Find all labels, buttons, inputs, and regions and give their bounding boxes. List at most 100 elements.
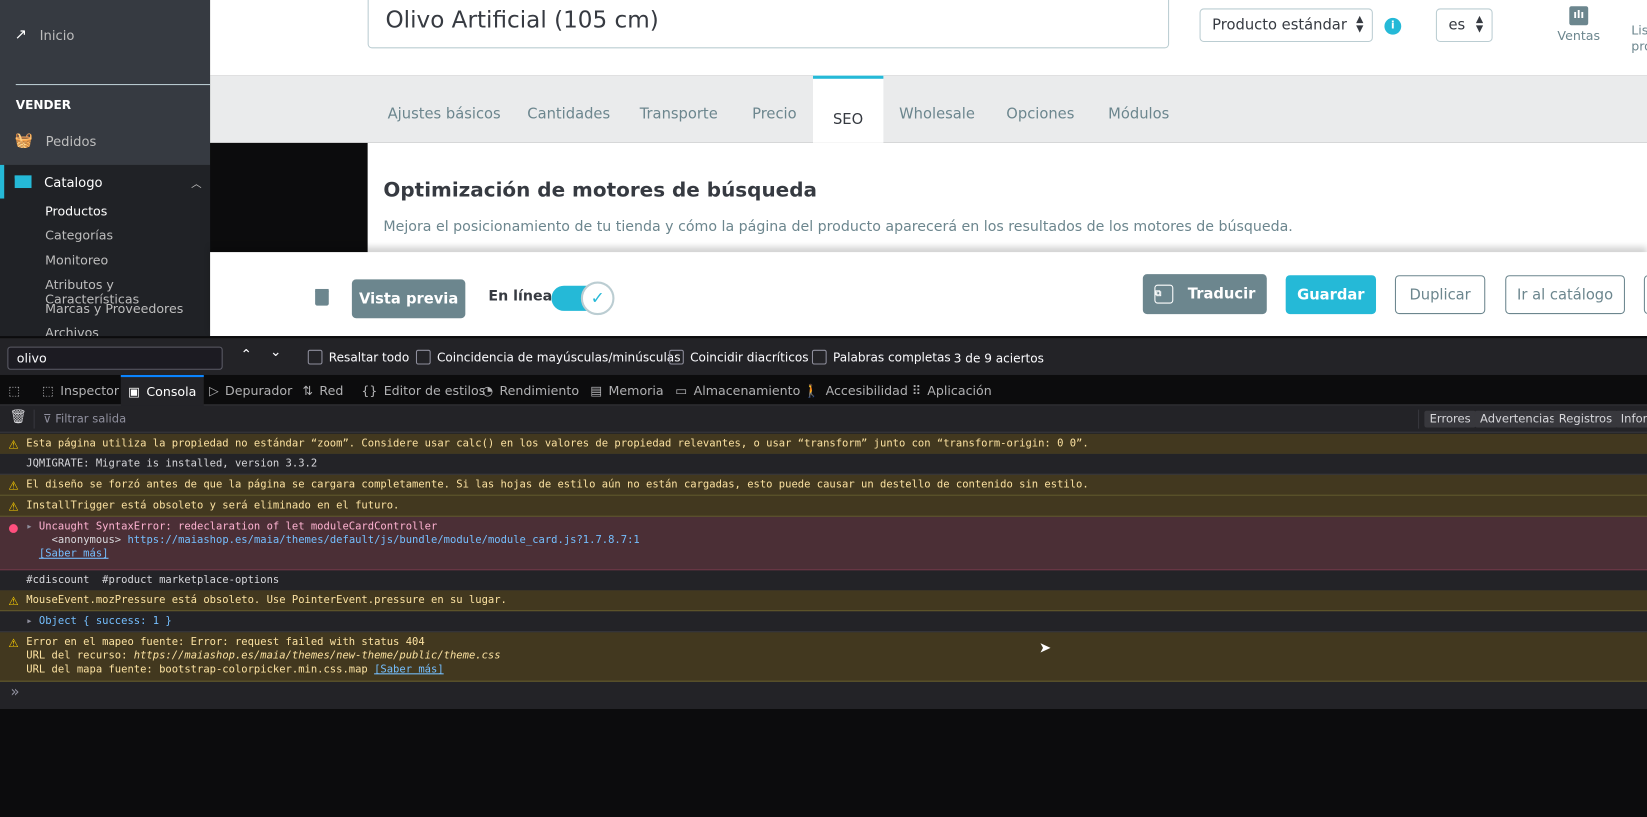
match-case-checkbox[interactable]: Coincidencia de mayúsculas/minúsculas [415, 349, 681, 365]
memory-icon: ▤ [590, 382, 603, 398]
sidebar-sub-categories[interactable]: Categorías [45, 228, 113, 243]
bar-chart-icon: ılı [1569, 6, 1589, 26]
product-name-input[interactable]: Olivo Artificial (105 cm) [367, 0, 1170, 49]
filter-icon: ⊽ [43, 411, 56, 426]
sidebar-sub-files[interactable]: Archivos [45, 326, 99, 337]
expand-triangle-icon[interactable]: ▸ [26, 521, 39, 533]
tab-seo[interactable]: SEO [813, 75, 884, 143]
find-bar: olivo ⌃ ⌄ Resaltar todo Coincidencia de … [0, 336, 1647, 375]
language-select[interactable]: es ▲ ▼ [1435, 8, 1493, 43]
product-type-select[interactable]: Producto estándar ▲ ▼ [1199, 8, 1373, 43]
filter-errors-button[interactable]: Errores [1424, 410, 1476, 428]
tab-modules[interactable]: Módulos [1108, 76, 1169, 143]
warning-icon: ⚠ [8, 594, 19, 609]
store-icon [14, 175, 32, 189]
translate-icon: ⧉ [1154, 284, 1174, 304]
learn-more-link[interactable]: [Saber más] [374, 664, 444, 676]
console-message-log: #cdiscount #product marketplace-options [0, 570, 1647, 592]
application-icon: ⠿ [911, 382, 921, 398]
warning-icon: ⚠ [8, 499, 19, 514]
tab-style-editor[interactable]: {} Editor de estilos [361, 375, 485, 405]
trash-icon[interactable] [315, 288, 329, 306]
info-icon[interactable]: i [1384, 17, 1402, 35]
mouse-cursor-icon: ➤ [1038, 639, 1052, 657]
preview-button[interactable]: Vista previa [351, 279, 466, 319]
console-input[interactable] [29, 684, 1636, 705]
duplicate-button[interactable]: Duplicar [1394, 275, 1486, 315]
tab-wholesale[interactable]: Wholesale [899, 76, 975, 143]
filter-output-input[interactable]: ⊽ Filtrar salida [43, 412, 126, 426]
tab-debugger[interactable]: ▷ Depurador [209, 375, 292, 405]
console-filter-row: 🗑 ⊽ Filtrar salida Errores Advertencias … [0, 405, 1647, 433]
filter-logs-button[interactable]: Registros [1553, 410, 1618, 428]
expand-triangle-icon[interactable]: ▸ [26, 616, 39, 628]
tab-basic-settings[interactable]: Ajustes básicos [388, 76, 501, 143]
element-picker-icon[interactable]: ⬚ [8, 375, 20, 405]
sidebar-item-catalog[interactable]: Catalogo ︿ [14, 165, 202, 199]
devtools-tabs: ⬚ ⬚ Inspector ▣ Consola ▷ Depurador ⇅ Red {}… [0, 374, 1647, 406]
tab-quantities[interactable]: Cantidades [527, 76, 610, 143]
console-icon: ▣ [128, 383, 141, 399]
console-message-error: ● ▸ Uncaught SyntaxError: redeclaration o… [0, 516, 1647, 571]
seo-title: Optimización de motores de búsqueda [383, 178, 817, 202]
trending-up-icon: ↗ [14, 26, 28, 44]
seo-description: Mejora el posicionamiento de tu tienda y… [383, 218, 1293, 236]
find-next-icon[interactable]: ⌄ [270, 345, 281, 361]
tab-shipping[interactable]: Transporte [640, 76, 718, 143]
tab-network[interactable]: ⇅ Red [303, 375, 344, 405]
product-list-button[interactable]: Lis pro [1631, 23, 1647, 55]
check-icon: ✓ [580, 281, 615, 316]
sort-arrows-icon: ▲ ▼ [1356, 14, 1364, 35]
clear-console-trash-icon[interactable]: 🗑 [9, 410, 26, 426]
performance-icon: ◔ [482, 382, 494, 398]
tab-accessibility[interactable]: 🚶 Accesibilidad [804, 375, 908, 405]
warning-icon: ⚠ [8, 478, 19, 493]
accessibility-icon: 🚶 [803, 382, 820, 398]
tab-application[interactable]: ⠿ Aplicación [912, 375, 992, 405]
tab-memory[interactable]: ▤ Memoria [590, 375, 663, 405]
whole-words-checkbox[interactable]: Palabras completas [811, 349, 951, 365]
console-message-object[interactable]: ▸ Object { success: 1 } [0, 611, 1647, 633]
go-to-catalog-button[interactable]: Ir al catálogo [1505, 275, 1625, 315]
seo-panel: Optimización de motores de búsqueda Mejo… [367, 142, 1647, 259]
active-indicator [0, 164, 5, 199]
filter-warnings-button[interactable]: Advertencias [1474, 410, 1561, 428]
sidebar-sub-brands[interactable]: Marcas y Proveedores [45, 301, 183, 316]
sidebar-sub-products[interactable]: Productos [45, 204, 107, 219]
save-button[interactable]: Guardar [1285, 275, 1377, 315]
sidebar-sub-monitoring[interactable]: Monitoreo [45, 253, 108, 268]
find-input[interactable]: olivo [7, 346, 223, 370]
console-message-warning: ⚠ El diseño se forzó antes de que la pági… [0, 474, 1647, 496]
tab-inspector[interactable]: ⬚ Inspector [42, 375, 119, 405]
filter-info-button[interactable]: Infor [1615, 410, 1647, 428]
source-link[interactable]: https://maiashop.es/maia/themes/default/… [127, 535, 639, 547]
tab-price[interactable]: Precio [752, 76, 797, 143]
product-tabs: Ajustes básicos Cantidades Transporte Pr… [210, 75, 1647, 143]
sales-button[interactable]: ılı Ventas [1549, 6, 1608, 43]
sort-arrows-icon: ▲ ▼ [1475, 14, 1484, 35]
error-icon: ● [8, 520, 19, 535]
tab-options[interactable]: Opciones [1006, 76, 1074, 143]
find-previous-icon[interactable]: ⌃ [241, 348, 252, 364]
inspector-icon: ⬚ [42, 382, 54, 398]
translate-button[interactable]: ⧉ Traducir [1142, 274, 1267, 315]
learn-more-link[interactable]: [Saber más] [39, 548, 109, 560]
sidebar-item-home[interactable]: ↗ Inicio [15, 26, 75, 43]
warning-icon: ⚠ [8, 636, 19, 651]
tab-storage[interactable]: ▭ Almacenamiento [675, 375, 800, 405]
network-icon: ⇅ [302, 382, 314, 398]
highlight-all-checkbox[interactable]: Resaltar todo [307, 349, 409, 365]
sidebar-item-orders[interactable]: 🧺 Pedidos [15, 132, 97, 149]
tab-console[interactable]: ▣ Consola [120, 374, 204, 406]
sidebar: ↗ Inicio VENDER 🧺 Pedidos Catalogo ︿ Pro… [0, 0, 211, 337]
find-result-count: 3 de 9 aciertos [953, 350, 1044, 366]
chevron-up-icon: ︿ [191, 178, 202, 190]
console-prompt-icon: » [10, 683, 20, 701]
online-toggle[interactable]: ✓ [551, 281, 615, 316]
console-message-warning: ⚠ Esta página utiliza la propiedad no est… [0, 433, 1647, 455]
match-diacritics-checkbox[interactable]: Coincidir diacríticos [669, 349, 809, 365]
tab-performance[interactable]: ◔ Rendimiento [482, 375, 579, 405]
sidebar-section-title: VENDER [15, 97, 72, 113]
console-message-log: JQMIGRATE: Migrate is installed, version… [0, 453, 1647, 475]
sidebar-divider [15, 84, 211, 86]
